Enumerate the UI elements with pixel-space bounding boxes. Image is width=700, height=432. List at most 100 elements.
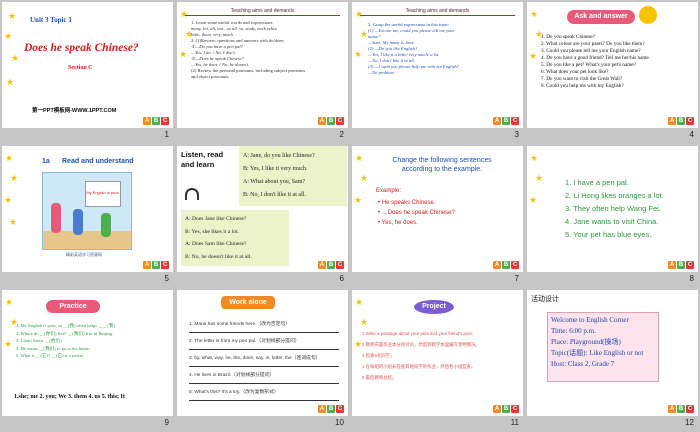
slide-cell-9: ★ ★ ★ Practice 1. My English is poor, so _… (0, 288, 175, 432)
project-step: 5 最后教师总结。 (362, 375, 397, 380)
answer-key: 1.she; me 2. you; We 3. them 4. us 5. th… (14, 394, 125, 400)
header-divider (360, 15, 515, 16)
practice-line: 2. Where do __(你们) live? __(我们) live in … (16, 330, 114, 336)
slide-thumbnail-3[interactable]: ★ ★ ★ Teaching aims and demands 3. Grasp t… (352, 2, 523, 128)
slide-cell-2: ★ ★ ★ Teaching aims and demands 1. Learn s… (175, 0, 350, 144)
slide-number: 2 (339, 130, 344, 139)
slide-cell-3: ★ ★ ★ Teaching aims and demands 3. Grasp t… (350, 0, 525, 144)
question-line: 4. Do you have a good friend? Tell me he… (541, 55, 651, 61)
aims-line: and object pronouns. (191, 74, 230, 79)
project-steps: 1 Write a passage about your pets and yo… (362, 328, 520, 383)
sentence-item: 2. Li Hong likes oranges a lot. (565, 191, 664, 200)
slide-thumbnail-11[interactable]: ★ ★ ★ Project 1 Write a passage about your… (352, 290, 523, 416)
sentence-list: 1. I have a pen pal. 2. Li Hong likes or… (565, 176, 664, 241)
section-label: Section C (68, 65, 93, 71)
work-alone-banner: Work alone (221, 296, 275, 309)
star-decoration-icon: ★ ★ ★ ★ (4, 153, 19, 227)
dialog-line: B: No, he doesn't like it at all. (185, 253, 252, 260)
slide-cell-1: ★ ★ ★ ★ Unit 3 Topic 1 Does he speak Chine… (0, 0, 175, 144)
header-divider (185, 15, 340, 16)
slide-number: 9 (164, 418, 169, 427)
slide-number: 4 (689, 130, 694, 139)
abc-blocks-icon: ABC (668, 405, 694, 413)
sentence-item: 3. They often help Wang Fei. (565, 204, 661, 213)
slide-thumbnail-5[interactable]: ★ ★ ★ ★ 1a Read and understand My English i… (2, 146, 173, 272)
abc-blocks-icon: ABC (318, 117, 344, 125)
classroom-illustration: My English is poor. (42, 172, 132, 250)
practice-line: 3. I don't know __(他们). (16, 338, 63, 343)
slide-number: 5 (164, 274, 169, 283)
star-decoration-icon: ★ ★ ★ (529, 153, 544, 205)
slide-number: 7 (514, 274, 519, 283)
star-decoration-icon: ★ ★ ★ (354, 153, 369, 205)
exercise-line: 2. The letter is from my pen pal.（对划线部分提… (189, 339, 339, 350)
abc-blocks-icon: ABC (493, 405, 519, 413)
slide-thumbnail-8[interactable]: ★ ★ ★ 1. I have a pen pal. 2. Li Hong like… (527, 146, 698, 272)
slide-title: Change the following sentences according… (392, 157, 492, 173)
slide-thumbnail-6[interactable]: Listen, read and learn A: Jane, do you l… (177, 146, 348, 272)
slide-number: 1 (164, 130, 169, 139)
slide-cell-5: ★ ★ ★ ★ 1a Read and understand My English i… (0, 144, 175, 288)
slide-thumbnail-2[interactable]: ★ ★ ★ Teaching aims and demands 1. Learn s… (177, 2, 348, 128)
notice-line: Place: Playground(操场) (551, 338, 621, 346)
abc-blocks-icon: ABC (493, 261, 519, 269)
slide-cell-8: ★ ★ ★ 1. I have a pen pal. 2. Li Hong like… (525, 144, 700, 288)
project-step: 1 Write a passage about your pets and yo… (362, 331, 474, 336)
dialog-line: B: No, I don't like it at all. (243, 192, 306, 198)
abc-blocks-icon: ABC (318, 405, 344, 413)
abc-blocks-icon: ABC (668, 261, 694, 269)
expressions-list: 3. Grasp the useful expressions in this … (368, 22, 518, 76)
slide-thumbnail-10[interactable]: Work alone 1. Maria has some friends her… (177, 290, 348, 416)
abc-blocks-icon: ABC (318, 261, 344, 269)
exercise-line: 5. What's this? It's a toy.（改为复数形式） (189, 390, 339, 401)
slide-header: Teaching aims and demands (405, 8, 470, 14)
dialog-line: A: Jane, do you like Chinese? (243, 153, 315, 159)
slide-thumbnail-1[interactable]: ★ ★ ★ ★ Unit 3 Topic 1 Does he speak Chine… (2, 2, 173, 128)
expression-line: —No problem. (368, 70, 395, 75)
question-line: 2. What colour are your pants? Do you li… (541, 41, 645, 47)
slide-thumbnail-4[interactable]: ★ ★ ★ Ask and answer 1. Do you speak Chine… (527, 2, 698, 128)
speech-sign: My English is poor. (85, 181, 121, 207)
cartoon-icon (639, 6, 657, 24)
slide-cell-10: Work alone 1. Maria has some friends her… (175, 288, 350, 432)
notice-line: Welcome to English Corner (551, 316, 629, 324)
question-line: 1. Do you speak Chinese? (541, 34, 596, 40)
headphone-icon (177, 184, 211, 204)
dialog-line: A: What about you, Sam? (243, 179, 306, 185)
slide-thumbnail-7[interactable]: ★ ★ ★ Change the following sentences accor… (352, 146, 523, 272)
slide-number: 3 (514, 130, 519, 139)
unit-topic-label: Unit 3 Topic 1 (30, 16, 72, 24)
slide-title: Listen, read and learn (181, 150, 224, 169)
slide-header: Teaching aims and demands (230, 8, 295, 14)
abc-blocks-icon: ABC (493, 117, 519, 125)
practice-list: 1. My English is poor, so __(我) often he… (16, 322, 171, 360)
exercise-line: 4. He lives in Brazil.（对划线部分提问） (189, 373, 339, 384)
question-line: 7. Do you want to visit the Great Wall? (541, 76, 623, 82)
slide-cell-4: ★ ★ ★ Ask and answer 1. Do you speak Chine… (525, 0, 700, 144)
slide-thumbnail-12[interactable]: 活动设计 Welcome to English Corner Time: 6:0… (527, 290, 698, 416)
exercise-line: 3. by, what, way, he, the, does, say, in… (189, 356, 339, 367)
dialog-line: A: Does Jane like Chinese? (185, 216, 247, 222)
dialog-box-1: A: Jane, do you like Chinese? B: Yes, I … (239, 146, 347, 206)
slide-cell-7: ★ ★ ★ Change the following sentences accor… (350, 144, 525, 288)
exercise-line: 1. Maria has some friends here.（改为否定句） (189, 322, 339, 333)
question-line: 8. Could you help me with my English? (541, 83, 624, 89)
example-item: • He speaks Chinese. (378, 200, 436, 206)
example-list: • He speaks Chinese. • →Does he speak Ch… (378, 198, 455, 228)
slide-number: 6 (339, 274, 344, 283)
dialog-box-2: A: Does Jane like Chinese? B: Yes, she l… (181, 210, 289, 266)
question-line: 5. Do you like a pet? What's your pet's … (541, 62, 636, 68)
abc-blocks-icon: ABC (668, 117, 694, 125)
slide-sorter-grid: ★ ★ ★ ★ Unit 3 Topic 1 Does he speak Chine… (0, 0, 700, 431)
dialog-line: B: Yes, I like it very much. (243, 166, 308, 172)
slide-thumbnail-9[interactable]: ★ ★ ★ Practice 1. My English is poor, so _… (2, 290, 173, 416)
sentence-item: 5. Your pet has blue eyes. (565, 230, 652, 239)
ask-answer-banner: Ask and answer (567, 10, 635, 24)
example-item: • →Does he speak Chinese? (378, 210, 455, 216)
questions-list: 1. Do you speak Chinese? 2. What colour … (541, 34, 696, 90)
slide-title: 活动设计 (531, 296, 559, 303)
slide-number: 8 (689, 274, 694, 283)
question-line: 6. What does your pet look like? (541, 69, 609, 75)
aims-list: 1. Learn some useful words and expressio… (191, 20, 341, 80)
slide-title: Read and understand (62, 158, 134, 165)
